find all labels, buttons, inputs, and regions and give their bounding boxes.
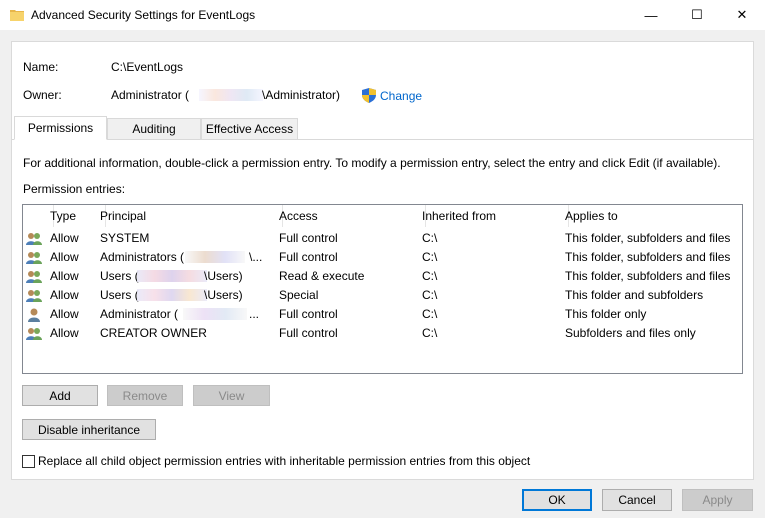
- table-row[interactable]: Allow Administrator ( ... Full control C…: [23, 305, 742, 324]
- name-value: C:\EventLogs: [111, 60, 184, 74]
- user-icon: [28, 308, 40, 322]
- row-principal: Users (: [100, 288, 139, 302]
- add-button[interactable]: Add: [22, 385, 98, 406]
- cancel-button[interactable]: Cancel: [602, 489, 672, 511]
- column-header-access[interactable]: Access: [279, 209, 318, 223]
- tab-label: Effective Access: [205, 122, 294, 136]
- row-type: Allow: [50, 250, 79, 264]
- group-users-icon: [26, 271, 42, 283]
- view-button[interactable]: View: [193, 385, 270, 406]
- row-type: Allow: [50, 269, 79, 283]
- column-header-inherited-from[interactable]: Inherited from: [422, 209, 496, 223]
- row-applies-to: This folder, subfolders and files: [565, 269, 731, 283]
- row-principal: Administrator (: [100, 307, 179, 321]
- tab-label: Auditing: [132, 122, 176, 136]
- close-icon: ✕: [736, 7, 748, 22]
- permission-entries-label: Permission entries:: [23, 182, 126, 196]
- permission-entries-list[interactable]: Type Principal Access Inherited from App…: [22, 204, 743, 374]
- row-inherited-from: C:\: [422, 269, 438, 283]
- redacted-domain: [183, 308, 247, 320]
- owner-suffix: \Administrator): [262, 88, 341, 102]
- column-header-type[interactable]: Type: [50, 209, 76, 223]
- row-principal-tail: ...: [249, 307, 260, 321]
- row-access: Special: [279, 288, 319, 302]
- row-principal-tail: \Users): [204, 269, 243, 283]
- column-header-applies-to[interactable]: Applies to: [565, 209, 618, 223]
- redacted-domain: [185, 251, 245, 263]
- row-applies-to: This folder only: [565, 307, 647, 321]
- row-principal: Administrators (: [100, 250, 185, 264]
- group-users-icon: [26, 328, 42, 340]
- group-users-icon: [26, 252, 42, 264]
- table-row[interactable]: Allow Users ( \Users) Special C:\ This f…: [23, 286, 742, 305]
- ok-button[interactable]: OK: [522, 489, 592, 511]
- row-inherited-from: C:\: [422, 288, 438, 302]
- row-principal-tail: \...: [249, 250, 263, 264]
- ok-button-label: OK: [548, 493, 566, 507]
- main-panel: Name: C:\EventLogs Owner: Administrator …: [11, 41, 754, 480]
- row-access: Read & execute: [279, 269, 365, 283]
- row-principal-tail: \Users): [204, 288, 243, 302]
- group-users-icon: [26, 290, 42, 302]
- row-inherited-from: C:\: [422, 250, 438, 264]
- cancel-button-label: Cancel: [618, 493, 656, 507]
- close-button[interactable]: ✕: [719, 0, 765, 30]
- column-header-principal[interactable]: Principal: [100, 209, 146, 223]
- tab-permissions[interactable]: Permissions: [14, 116, 107, 140]
- row-applies-to: This folder, subfolders and files: [565, 250, 731, 264]
- name-label: Name:: [23, 60, 59, 74]
- apply-button[interactable]: Apply: [682, 489, 753, 511]
- minimize-icon: —: [644, 7, 658, 23]
- view-button-label: View: [218, 388, 245, 403]
- replace-child-permissions-checkbox[interactable]: [22, 455, 35, 468]
- row-access: Full control: [279, 231, 338, 245]
- remove-button[interactable]: Remove: [107, 385, 183, 406]
- owner-label: Owner:: [23, 88, 62, 102]
- tab-effective-access[interactable]: Effective Access: [201, 118, 298, 140]
- title-bar: Advanced Security Settings for EventLogs…: [0, 0, 765, 30]
- maximize-button[interactable]: ☐: [674, 0, 720, 30]
- row-principal: SYSTEM: [100, 231, 150, 245]
- tab-auditing[interactable]: Auditing: [107, 118, 201, 140]
- group-users-icon: [26, 233, 42, 245]
- disable-inheritance-button[interactable]: Disable inheritance: [22, 419, 156, 440]
- apply-button-label: Apply: [702, 493, 733, 507]
- remove-button-label: Remove: [122, 388, 168, 403]
- replace-child-permissions-label: Replace all child object permission entr…: [38, 454, 531, 468]
- redacted-domain: [137, 270, 207, 282]
- row-applies-to: This folder, subfolders and files: [565, 231, 731, 245]
- row-inherited-from: C:\: [422, 326, 438, 340]
- change-link-text: Change: [380, 88, 423, 103]
- row-type: Allow: [50, 288, 79, 302]
- redacted-owner-domain: [199, 89, 263, 101]
- table-row[interactable]: Allow CREATOR OWNER Full control C:\ Sub…: [23, 324, 742, 343]
- disable-inheritance-label: Disable inheritance: [37, 422, 141, 437]
- row-access: Full control: [279, 326, 338, 340]
- row-applies-to: This folder and subfolders: [565, 288, 704, 302]
- folder-icon: [10, 10, 24, 21]
- window-title: Advanced Security Settings for EventLogs: [31, 8, 256, 22]
- table-row[interactable]: Allow Administrators ( \... Full control…: [23, 248, 742, 267]
- table-row[interactable]: Allow Users ( \Users) Read & execute C:\…: [23, 267, 742, 286]
- row-type: Allow: [50, 231, 79, 245]
- owner-prefix: Administrator (: [111, 88, 190, 102]
- info-text: For additional information, double-click…: [23, 156, 721, 170]
- uac-shield-icon: [362, 88, 376, 103]
- row-principal: CREATOR OWNER: [100, 326, 207, 340]
- row-principal: Users (: [100, 269, 139, 283]
- row-inherited-from: C:\: [422, 231, 438, 245]
- row-applies-to: Subfolders and files only: [565, 326, 696, 340]
- row-inherited-from: C:\: [422, 307, 438, 321]
- row-access: Full control: [279, 307, 338, 321]
- tab-label: Permissions: [27, 121, 94, 135]
- row-access: Full control: [279, 250, 338, 264]
- add-button-label: Add: [49, 388, 71, 403]
- maximize-icon: ☐: [691, 7, 703, 22]
- redacted-domain: [137, 289, 207, 301]
- change-owner-link[interactable]: Change: [362, 88, 422, 103]
- row-type: Allow: [50, 326, 79, 340]
- row-type: Allow: [50, 307, 79, 321]
- minimize-button[interactable]: —: [628, 0, 674, 30]
- table-row[interactable]: Allow SYSTEM Full control C:\ This folde…: [23, 229, 742, 248]
